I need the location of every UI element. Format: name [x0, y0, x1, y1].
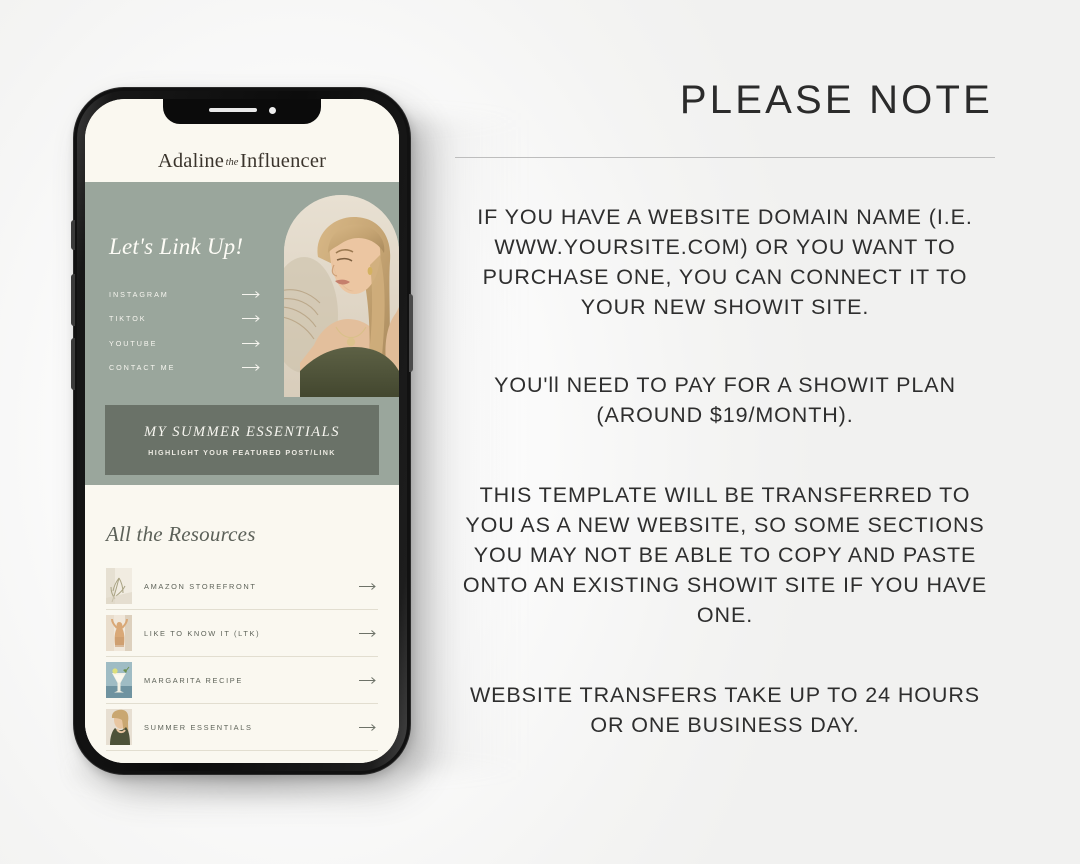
featured-post-section: MY SUMMER ESSENTIALS HIGHLIGHT YOUR FEAT…: [85, 397, 399, 485]
thumb-woman-curtain: [106, 615, 132, 651]
note-paragraph-domain: IF YOU HAVE A WEBSITE DOMAIN NAME (I.E. …: [477, 205, 973, 319]
list-item-label: SUMMER ESSENTIALS: [144, 722, 253, 732]
front-camera-icon: [268, 106, 276, 114]
resources-list: AMAZON STOREFRONT LIKE TO KNOW IT (LTK) …: [106, 563, 378, 751]
thumb-pampas-grass: [106, 568, 132, 604]
social-link-youtube[interactable]: YOUTUBE: [109, 331, 262, 356]
list-item-label: MARGARITA RECIPE: [144, 675, 243, 685]
brand-logo[interactable]: Adaline theInfluencer: [158, 150, 326, 173]
list-item[interactable]: MARGARITA RECIPE: [106, 657, 378, 704]
brand-name-last: Influencer: [239, 150, 327, 172]
arrow-right-icon: [242, 339, 260, 347]
title-divider: [455, 157, 995, 158]
list-item[interactable]: LIKE TO KNOW IT (LTK): [106, 610, 378, 657]
featured-post-card[interactable]: MY SUMMER ESSENTIALS HIGHLIGHT YOUR FEAT…: [105, 405, 379, 475]
resources-section: All the Resources AMAZON STOREFRONT LIKE…: [85, 485, 399, 763]
social-link-label: CONTACT ME: [109, 363, 176, 373]
list-item[interactable]: SUMMER ESSENTIALS: [106, 704, 378, 751]
arrow-right-icon: [242, 364, 260, 372]
hero-portrait-photo: [284, 195, 399, 397]
volume-up-button[interactable]: [71, 274, 75, 326]
arrow-right-icon: [359, 676, 376, 684]
silence-switch-button[interactable]: [71, 220, 75, 250]
list-item-label: AMAZON STOREFRONT: [144, 581, 257, 591]
list-item-label: LIKE TO KNOW IT (LTK): [144, 628, 261, 638]
phone-notch: [163, 99, 321, 124]
note-paragraph-plan-cost: YOU'll NEED TO PAY FOR A SHOWIT PLAN (AR…: [494, 373, 956, 427]
brand-name-first: Adaline: [157, 150, 225, 172]
note-body: IF YOU HAVE A WEBSITE DOMAIN NAME (I.E. …: [455, 202, 995, 740]
hero-title: Let's Link Up!: [109, 234, 244, 259]
arrow-right-icon: [242, 315, 260, 323]
hero-section: Let's Link Up! INSTAGRAM TIKTOK YOUTUBE …: [85, 182, 399, 397]
note-paragraph-transfer-time: WEBSITE TRANSFERS TAKE UP TO 24 HOURS OR…: [469, 683, 980, 737]
please-note-panel: PLEASE NOTE IF YOU HAVE A WEBSITE DOMAIN…: [455, 80, 995, 740]
thumb-cocktail-glass: [106, 662, 132, 698]
screenshot-canvas: Adaline theInfluencer Let's Link Up! INST…: [0, 0, 1080, 864]
note-paragraph-transfer-info: THIS TEMPLATE WILL BE TRANSFERRED TO YOU…: [462, 483, 988, 627]
page-title: PLEASE NOTE: [679, 78, 993, 122]
arrow-right-icon: [242, 290, 260, 298]
speaker-slot-icon: [208, 108, 257, 112]
list-item[interactable]: AMAZON STOREFRONT: [106, 563, 378, 610]
social-link-contact-me[interactable]: CONTACT ME: [109, 356, 262, 381]
power-button[interactable]: [409, 294, 413, 372]
featured-post-subtitle: HIGHLIGHT YOUR FEATURED POST/LINK: [148, 447, 336, 457]
social-link-tiktok[interactable]: TIKTOK: [109, 307, 262, 332]
arrow-right-icon: [359, 629, 376, 637]
social-link-list: INSTAGRAM TIKTOK YOUTUBE CONTACT ME: [109, 282, 262, 380]
social-link-label: TIKTOK: [109, 314, 147, 324]
social-link-label: YOUTUBE: [109, 338, 158, 348]
featured-post-title: MY SUMMER ESSENTIALS: [144, 423, 340, 440]
arrow-right-icon: [359, 723, 376, 731]
arrow-right-icon: [359, 582, 376, 590]
phone-mockup: Adaline theInfluencer Let's Link Up! INST…: [71, 88, 413, 774]
thumb-woman-portrait: [106, 709, 132, 745]
resources-heading: All the Resources: [106, 522, 256, 546]
volume-down-button[interactable]: [71, 338, 75, 390]
social-link-instagram[interactable]: INSTAGRAM: [109, 282, 262, 307]
phone-screen: Adaline theInfluencer Let's Link Up! INST…: [85, 99, 399, 763]
social-link-label: INSTAGRAM: [109, 289, 169, 299]
brand-name-the: the: [225, 157, 239, 168]
